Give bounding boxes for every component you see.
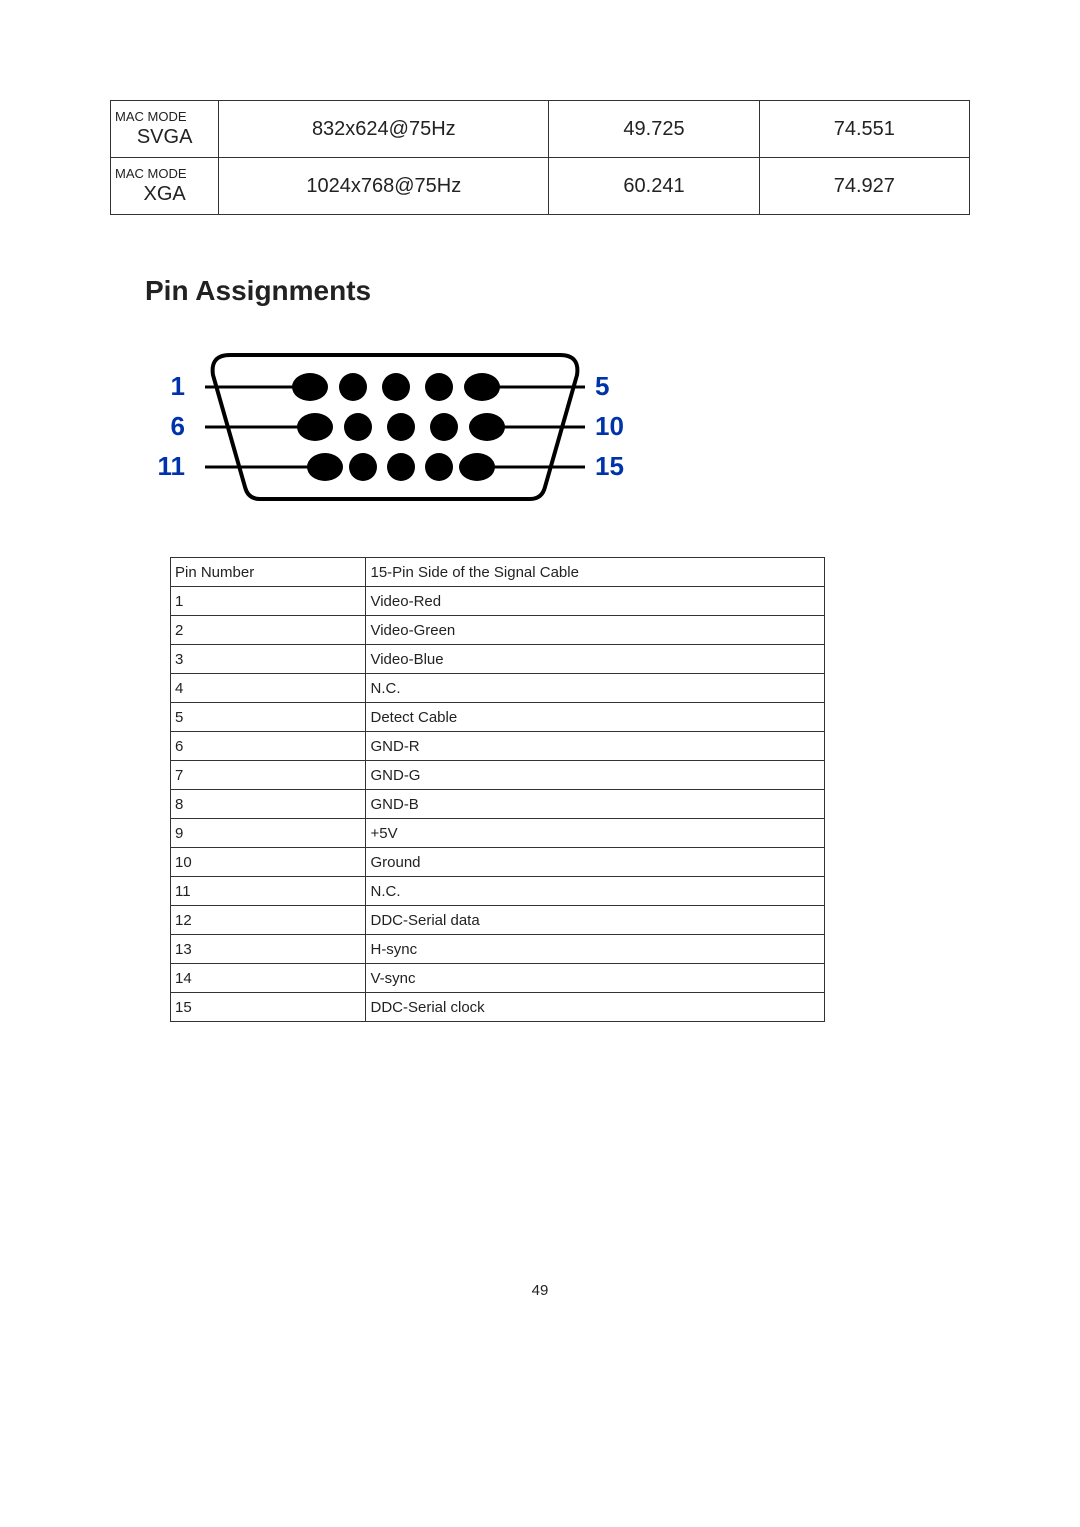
pin-row: 2Video-Green — [171, 616, 825, 645]
mode-resolution: 832x624@75Hz — [219, 101, 549, 158]
pin-desc: DDC-Serial data — [366, 906, 825, 935]
pin-desc: Video-Green — [366, 616, 825, 645]
pin-row: 5Detect Cable — [171, 703, 825, 732]
pin-num: 14 — [171, 964, 366, 993]
pin-desc: +5V — [366, 819, 825, 848]
pin-label-left-11: 11 — [158, 451, 186, 481]
pin-desc: Ground — [366, 848, 825, 877]
mode-resolution: 1024x768@75Hz — [219, 158, 549, 215]
pin-row: 3Video-Blue — [171, 645, 825, 674]
pin-desc: GND-G — [366, 761, 825, 790]
pin-row: 10Ground — [171, 848, 825, 877]
pin-num: 11 — [171, 877, 366, 906]
mode-row: MAC MODE SVGA 832x624@75Hz 49.725 74.551 — [111, 101, 970, 158]
pin-row: 14V-sync — [171, 964, 825, 993]
pin-desc: Video-Blue — [366, 645, 825, 674]
pin-row: 4N.C. — [171, 674, 825, 703]
mode-row: MAC MODE XGA 1024x768@75Hz 60.241 74.927 — [111, 158, 970, 215]
pin-desc: Detect Cable — [366, 703, 825, 732]
pin-num: 6 — [171, 732, 366, 761]
pin-row: 13H-sync — [171, 935, 825, 964]
page-number: 49 — [80, 1282, 1000, 1299]
pin-header-desc: 15-Pin Side of the Signal Cable — [366, 558, 825, 587]
pin-num: 1 — [171, 587, 366, 616]
pin-row: 1Video-Red — [171, 587, 825, 616]
pin-desc: Video-Red — [366, 587, 825, 616]
pin-label-right-15: 15 — [595, 451, 624, 481]
pin-num: 9 — [171, 819, 366, 848]
pin-header-num: Pin Number — [171, 558, 366, 587]
pin-num: 10 — [171, 848, 366, 877]
pin-desc: GND-R — [366, 732, 825, 761]
pin-num: 7 — [171, 761, 366, 790]
pin-num: 2 — [171, 616, 366, 645]
pin-desc: N.C. — [366, 674, 825, 703]
mode-value-1: 60.241 — [549, 158, 759, 215]
mode-value-2: 74.551 — [759, 101, 969, 158]
pin-table: Pin Number 15-Pin Side of the Signal Cab… — [170, 557, 825, 1022]
pin-desc: DDC-Serial clock — [366, 993, 825, 1022]
pin-row: 7GND-G — [171, 761, 825, 790]
pin-desc: N.C. — [366, 877, 825, 906]
pin-desc: H-sync — [366, 935, 825, 964]
pin-table-header-row: Pin Number 15-Pin Side of the Signal Cab… — [171, 558, 825, 587]
connector-diagram: 1 6 11 5 10 15 — [145, 337, 1000, 517]
mode-name: XGA — [115, 183, 214, 206]
pin-row: 9+5V — [171, 819, 825, 848]
pin-num: 12 — [171, 906, 366, 935]
pin-row: 15DDC-Serial clock — [171, 993, 825, 1022]
pin-label-right-5: 5 — [595, 371, 609, 401]
pin-row: 11N.C. — [171, 877, 825, 906]
pin-label-right-10: 10 — [595, 411, 624, 441]
mode-value-2: 74.927 — [759, 158, 969, 215]
pin-row: 8GND-B — [171, 790, 825, 819]
pin-label-left-6: 6 — [171, 411, 185, 441]
pin-desc: GND-B — [366, 790, 825, 819]
pin-num: 15 — [171, 993, 366, 1022]
mode-value-1: 49.725 — [549, 101, 759, 158]
pin-assignments-heading: Pin Assignments — [145, 275, 1000, 307]
pin-desc: V-sync — [366, 964, 825, 993]
mode-table: MAC MODE SVGA 832x624@75Hz 49.725 74.551… — [110, 100, 970, 215]
pin-num: 5 — [171, 703, 366, 732]
pin-row: 12DDC-Serial data — [171, 906, 825, 935]
pin-num: 3 — [171, 645, 366, 674]
pin-num: 4 — [171, 674, 366, 703]
mode-mac: MAC MODE — [115, 109, 214, 124]
pin-row: 6GND-R — [171, 732, 825, 761]
mode-name: SVGA — [115, 126, 214, 149]
pin-label-left-1: 1 — [171, 371, 185, 401]
pin-num: 8 — [171, 790, 366, 819]
mode-mac: MAC MODE — [115, 166, 214, 181]
pin-num: 13 — [171, 935, 366, 964]
